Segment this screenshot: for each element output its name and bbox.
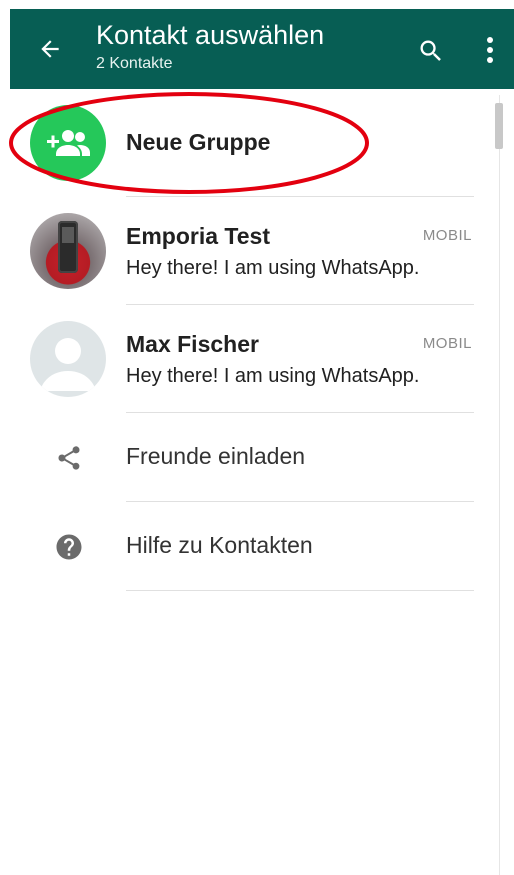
contact-name: Max Fischer: [126, 331, 259, 357]
contact-avatar: [30, 213, 106, 289]
share-icon: [54, 443, 84, 473]
group-add-icon: [47, 130, 90, 156]
overflow-menu-button[interactable]: [478, 33, 502, 67]
contacts-help-label: Hilfe zu Kontakten: [126, 532, 313, 558]
share-icon-svg: [58, 446, 80, 470]
page-title: Kontakt auswählen: [96, 20, 325, 50]
help-icon-svg: [56, 534, 82, 560]
more-vert-icon: [487, 37, 493, 63]
contact-number-type: MOBIL: [422, 227, 472, 244]
contact-count: 2 Kontakte: [96, 55, 173, 72]
search-icon: [420, 40, 441, 61]
contact-avatar: [30, 321, 106, 397]
invite-friends-item[interactable]: Freunde einladen: [0, 413, 514, 502]
contact-item[interactable]: Max Fischer MOBIL Hey there! I am using …: [0, 305, 514, 413]
arrow-left-icon: [41, 40, 59, 58]
contact-item[interactable]: Emporia Test MOBIL Hey there! I am using…: [0, 197, 514, 305]
search-button[interactable]: [415, 35, 447, 67]
contacts-help-item[interactable]: Hilfe zu Kontakten: [0, 502, 514, 591]
scrollbar-track: [499, 95, 500, 875]
contact-name: Emporia Test: [126, 223, 270, 249]
contact-picker-screen: Kontakt auswählen 2 Kontakte Neue Gruppe…: [0, 0, 514, 875]
default-person-icon: [40, 338, 96, 391]
scrollbar-thumb[interactable]: [495, 103, 503, 149]
contact-list: Neue Gruppe Emporia Test MOBIL Hey there…: [0, 89, 514, 591]
new-group-item[interactable]: Neue Gruppe: [0, 89, 514, 197]
contact-status: Hey there! I am using WhatsApp.: [126, 257, 420, 279]
contact-status: Hey there! I am using WhatsApp.: [126, 365, 420, 387]
back-button[interactable]: [34, 33, 66, 65]
title-block: Kontakt auswählen 2 Kontakte: [96, 19, 324, 74]
divider: [126, 590, 474, 591]
app-bar: Kontakt auswählen 2 Kontakte: [10, 9, 514, 89]
contact-number-type: MOBIL: [422, 335, 472, 352]
device-photo: [58, 221, 78, 273]
help-icon: [54, 532, 84, 562]
new-group-label: Neue Gruppe: [126, 129, 271, 155]
invite-friends-label: Freunde einladen: [126, 443, 306, 469]
new-group-avatar: [30, 105, 106, 181]
